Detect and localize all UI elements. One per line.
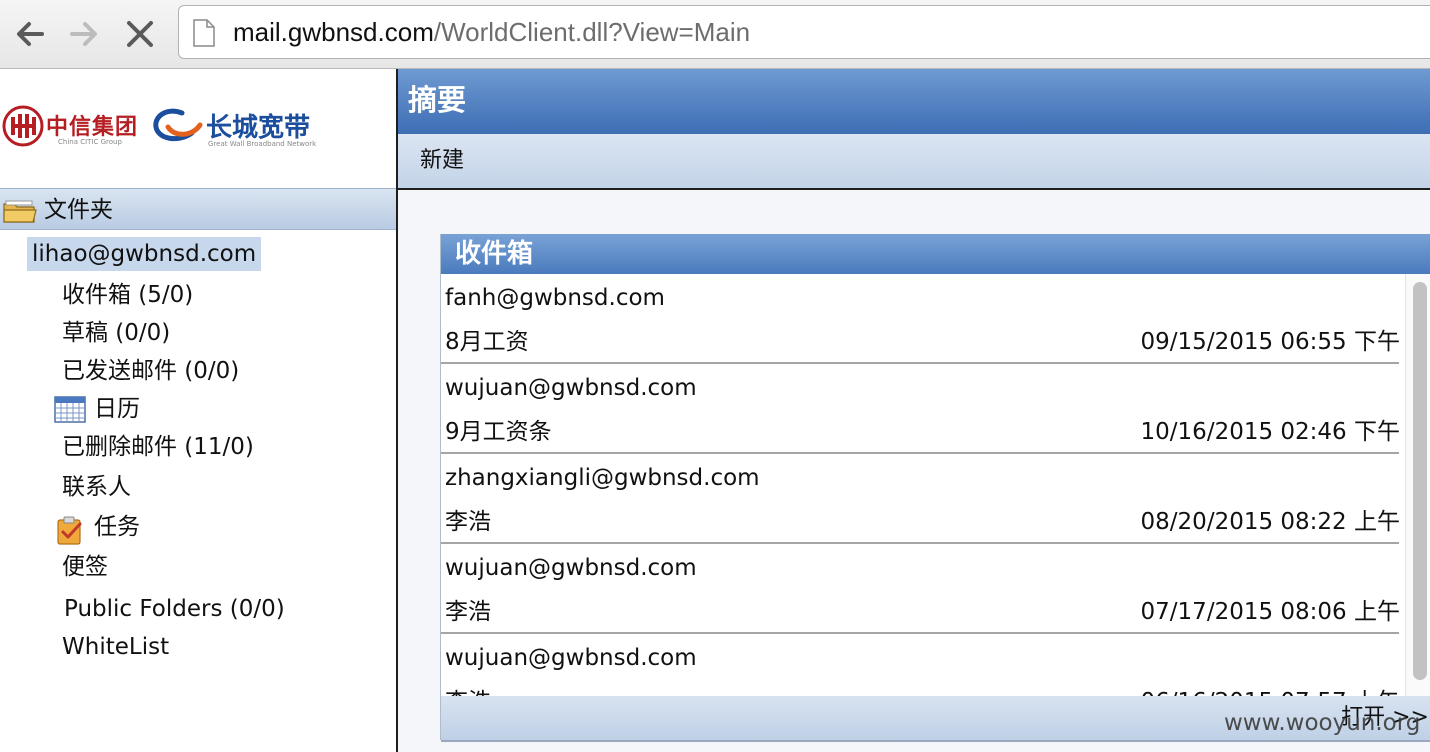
message-date: 06/16/2015 07:57 上午 <box>1141 687 1400 696</box>
message-date: 09/15/2015 06:55 下午 <box>1140 329 1400 355</box>
arrow-right-icon <box>70 22 97 46</box>
great-wall-logo-text: 长城宽带 <box>206 113 311 143</box>
great-wall-logo-subtitle: Great Wall Broadband Network <box>208 140 317 148</box>
action-bar: 新建 <box>398 134 1430 190</box>
folder-contacts[interactable]: 联系人 <box>62 470 131 504</box>
inbox-panel: 收件箱 fanh@gwbnsd.com 8月工资 09/15/2015 06:5… <box>440 234 1430 742</box>
arrow-left-icon <box>17 22 44 46</box>
inbox-header: 收件箱 <box>441 234 1430 274</box>
folder-calendar[interactable]: 日历 <box>94 392 140 426</box>
message-list: fanh@gwbnsd.com 8月工资 09/15/2015 06:55 下午… <box>441 274 1430 696</box>
folder-tasks[interactable]: 任务 <box>94 510 140 544</box>
great-wall-logo-icon <box>153 108 203 142</box>
url-text[interactable]: mail.gwbnsd.com/WorldClient.dll?View=Mai… <box>233 17 750 47</box>
scrollbar-thumb[interactable] <box>1413 282 1427 680</box>
close-icon <box>127 21 153 47</box>
forward-button[interactable] <box>64 14 104 54</box>
inbox-title[interactable]: 收件箱 <box>455 238 533 270</box>
message-row[interactable]: wujuan@gwbnsd.com 9月工资条 10/16/2015 02:46… <box>441 364 1400 454</box>
message-subject: 李浩 <box>445 599 491 625</box>
back-button[interactable] <box>10 14 50 54</box>
folder-pane: 中信集团 China CITIC Group 长城宽带 Great Wall B… <box>0 69 396 752</box>
folder-drafts[interactable]: 草稿 (0/0) <box>62 316 170 350</box>
page-icon <box>193 19 215 47</box>
message-date: 07/17/2015 08:06 上午 <box>1140 599 1400 625</box>
url-path: /WorldClient.dll?View=Main <box>433 17 751 47</box>
tasks-icon <box>57 516 82 545</box>
message-subject: 8月工资 <box>445 329 529 355</box>
new-button[interactable]: 新建 <box>420 147 464 175</box>
address-bar[interactable]: mail.gwbnsd.com/WorldClient.dll?View=Mai… <box>178 5 1430 59</box>
message-sender: zhangxiangli@gwbnsd.com <box>445 465 760 491</box>
watermark: www.wooyun.org <box>1224 710 1421 736</box>
folders-icon <box>3 200 37 223</box>
folder-public-folders[interactable]: Public Folders (0/0) <box>64 592 285 626</box>
account-node[interactable]: lihao@gwbnsd.com <box>27 237 262 271</box>
citic-logo-icon <box>2 105 44 147</box>
folder-deleted[interactable]: 已删除邮件 (11/0) <box>62 430 254 464</box>
message-date: 10/16/2015 02:46 下午 <box>1140 419 1400 445</box>
message-sender: wujuan@gwbnsd.com <box>445 645 697 671</box>
message-row[interactable]: zhangxiangli@gwbnsd.com 李浩 08/20/2015 08… <box>441 454 1400 544</box>
message-row[interactable]: fanh@gwbnsd.com 8月工资 09/15/2015 06:55 下午 <box>441 274 1400 364</box>
message-row[interactable]: wujuan@gwbnsd.com 李浩 07/17/2015 08:06 上午 <box>441 544 1400 634</box>
browser-toolbar: mail.gwbnsd.com/WorldClient.dll?View=Mai… <box>0 0 1430 69</box>
url-host: mail.gwbnsd.com <box>233 17 434 47</box>
message-subject: 9月工资条 <box>445 419 552 445</box>
message-row[interactable]: wujuan@gwbnsd.com 李浩 06/16/2015 07:57 上午 <box>441 634 1400 696</box>
message-subject: 李浩 <box>445 687 491 696</box>
stop-button[interactable] <box>120 14 160 54</box>
summary-pane: 摘要 新建 收件箱 fanh@gwbnsd.com 8月工资 09/15/201… <box>398 69 1430 752</box>
citic-logo-text: 中信集团 <box>46 115 139 140</box>
message-date: 08/20/2015 08:22 上午 <box>1140 509 1400 535</box>
logo: 中信集团 China CITIC Group 长城宽带 Great Wall B… <box>0 69 396 187</box>
folders-header-label: 文件夹 <box>44 197 113 223</box>
folder-sent[interactable]: 已发送邮件 (0/0) <box>62 354 239 388</box>
message-sender: wujuan@gwbnsd.com <box>445 555 697 581</box>
summary-header: 摘要 <box>398 69 1430 134</box>
folder-whitelist[interactable]: WhiteList <box>62 630 169 664</box>
folder-inbox[interactable]: 收件箱 (5/0) <box>62 278 193 312</box>
calendar-icon <box>54 396 86 423</box>
message-list-scrollbar[interactable] <box>1405 274 1430 696</box>
citic-logo-subtitle: China CITIC Group <box>58 138 122 146</box>
folders-header: 文件夹 <box>0 188 396 230</box>
message-sender: wujuan@gwbnsd.com <box>445 375 697 401</box>
message-sender: fanh@gwbnsd.com <box>445 285 665 311</box>
message-subject: 李浩 <box>445 509 491 535</box>
folder-notes[interactable]: 便签 <box>62 550 108 584</box>
page-title: 摘要 <box>408 83 467 117</box>
